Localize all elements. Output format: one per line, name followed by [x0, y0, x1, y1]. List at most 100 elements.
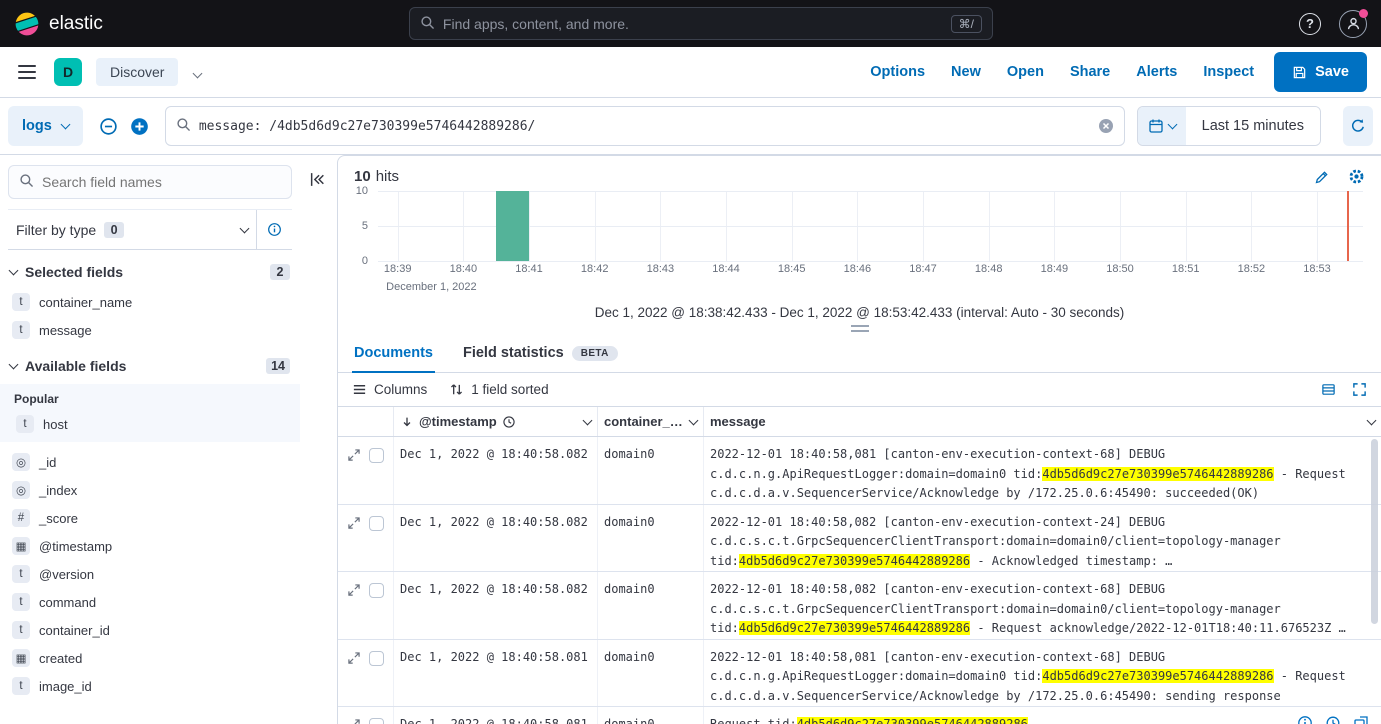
available-fields-list: ◎_id◎_index#_score▦@timestampt@versiontc…: [8, 442, 292, 700]
tab-field-statistics[interactable]: Field statistics BETA: [461, 334, 620, 372]
expand-document-icon[interactable]: [346, 515, 362, 531]
saved-query-icon[interactable]: [99, 117, 118, 136]
field-search-input[interactable]: [42, 174, 281, 190]
help-icon[interactable]: ?: [1299, 13, 1321, 35]
field-name: container_name: [39, 295, 132, 310]
filter-by-type-button[interactable]: Filter by type 0: [8, 210, 256, 249]
breadcrumb-chevron-icon[interactable]: [192, 60, 203, 84]
highlighted-term: 4db5d6d9c27e730399e5746442889286: [797, 717, 1028, 724]
field-type-icon: ◎: [12, 453, 30, 471]
data-view-picker[interactable]: logs: [8, 106, 83, 146]
field-item-@timestamp[interactable]: ▦@timestamp: [8, 532, 292, 560]
elastic-logo-icon: [14, 11, 40, 37]
expand-document-icon[interactable]: [346, 717, 362, 724]
collapse-sidebar-icon[interactable]: [305, 167, 329, 191]
field-item-_index[interactable]: ◎_index: [8, 476, 292, 504]
table-row: Dec 1, 2022 @ 18:40:58.082domain02022-12…: [338, 505, 1381, 573]
column-actions-icon[interactable]: [1367, 415, 1377, 425]
nav-link-inspect[interactable]: Inspect: [1203, 64, 1254, 80]
selected-fields-list: tcontainer_nametmessage: [8, 288, 292, 344]
sort-icon: [449, 382, 464, 397]
breadcrumb[interactable]: Discover: [96, 58, 178, 86]
row-controls: [338, 707, 394, 724]
calendar-icon[interactable]: [1138, 107, 1186, 145]
keyboard-shortcut-badge: ⌘/: [951, 15, 982, 33]
nav-link-options[interactable]: Options: [870, 64, 925, 80]
selected-fields-header[interactable]: Selected fields 2: [8, 250, 292, 288]
nav-link-share[interactable]: Share: [1070, 64, 1110, 80]
field-type-icon: ▦: [12, 649, 30, 667]
row-checkbox[interactable]: [369, 516, 384, 531]
user-avatar[interactable]: [1339, 10, 1367, 38]
tab-documents[interactable]: Documents: [352, 334, 435, 372]
field-item-container_id[interactable]: tcontainer_id: [8, 616, 292, 644]
row-checkbox[interactable]: [369, 718, 384, 724]
available-fields-header[interactable]: Available fields 14: [8, 344, 292, 382]
field-item-_score[interactable]: #_score: [8, 504, 292, 532]
chart-options-gear-icon[interactable]: [1348, 168, 1365, 185]
info-icon[interactable]: [256, 210, 292, 249]
global-search[interactable]: ⌘/: [409, 7, 993, 40]
field-item-@version[interactable]: t@version: [8, 560, 292, 588]
message-cell: 2022-12-01 18:40:58,082 [canton-env-exec…: [704, 505, 1381, 572]
x-axis-tick-label: 18:50: [1106, 263, 1134, 275]
field-type-icon: t: [12, 565, 30, 583]
time-range-button[interactable]: Last 15 minutes: [1186, 107, 1320, 145]
display-options-icon[interactable]: [1321, 382, 1336, 397]
field-item-message[interactable]: tmessage: [8, 316, 292, 344]
field-name: container_id: [39, 623, 110, 638]
field-item-container_name[interactable]: tcontainer_name: [8, 288, 292, 316]
message-cell: 2022-12-01 18:40:58,081 [canton-env-exec…: [704, 640, 1381, 707]
app-toolbar: D Discover Options New Open Share Alerts Insp…: [0, 47, 1381, 98]
nav-link-open[interactable]: Open: [1007, 64, 1044, 80]
y-axis-tick-label: 0: [362, 255, 368, 267]
nav-link-alerts[interactable]: Alerts: [1136, 64, 1177, 80]
save-button[interactable]: Save: [1274, 52, 1367, 92]
field-name: created: [39, 651, 82, 666]
expand-document-icon[interactable]: [346, 582, 362, 598]
column-header-timestamp[interactable]: @timestamp: [394, 407, 598, 436]
columns-button[interactable]: Columns: [352, 382, 427, 397]
add-filter-icon[interactable]: [130, 117, 149, 136]
clear-query-icon[interactable]: [1098, 118, 1114, 134]
query-text-input[interactable]: [199, 119, 1090, 134]
floating-icons[interactable]: [1297, 715, 1369, 724]
edit-visualization-icon[interactable]: [1314, 169, 1330, 185]
column-header-message[interactable]: message: [704, 407, 1381, 436]
query-input[interactable]: [165, 106, 1125, 146]
sort-fields-button[interactable]: 1 field sorted: [449, 382, 548, 397]
list-icon: [352, 382, 367, 397]
field-item-command[interactable]: tcommand: [8, 588, 292, 616]
nav-link-new[interactable]: New: [951, 64, 981, 80]
vertical-scrollbar[interactable]: [1371, 439, 1378, 624]
row-checkbox[interactable]: [369, 651, 384, 666]
field-name: _id: [39, 455, 56, 470]
row-checkbox[interactable]: [369, 583, 384, 598]
field-item-image_id[interactable]: timage_id: [8, 672, 292, 700]
table-row: Dec 1, 2022 @ 18:40:58.081domain02022-12…: [338, 640, 1381, 708]
query-toolbar: logs Last 15 minutes: [0, 98, 1381, 155]
expand-document-icon[interactable]: [346, 650, 362, 666]
x-axis-date-label: December 1, 2022: [386, 281, 477, 293]
column-actions-icon[interactable]: [689, 415, 699, 425]
menu-icon[interactable]: [14, 61, 40, 83]
column-actions-icon[interactable]: [583, 415, 593, 425]
row-checkbox[interactable]: [369, 448, 384, 463]
chart-resize-handle[interactable]: [851, 325, 869, 332]
field-item-_id[interactable]: ◎ _id: [8, 448, 292, 476]
histogram-bar[interactable]: [496, 191, 529, 261]
fullscreen-icon[interactable]: [1352, 382, 1367, 397]
field-item-host[interactable]: thost: [12, 410, 288, 438]
field-search[interactable]: [8, 165, 292, 199]
field-item-created[interactable]: ▦ created: [8, 644, 292, 672]
expand-document-icon[interactable]: [346, 447, 362, 463]
results-tabs: Documents Field statistics BETA: [338, 334, 1381, 373]
global-search-input[interactable]: [443, 16, 943, 32]
refresh-icon[interactable]: [1343, 106, 1373, 146]
elastic-home-link[interactable]: elastic: [14, 11, 103, 37]
space-badge[interactable]: D: [54, 58, 82, 86]
toolbar-actions: Options New Open Share Alerts Inspect: [870, 64, 1254, 80]
chart-gridline: [378, 261, 1363, 262]
clock-icon: [502, 415, 516, 429]
column-header-container-name[interactable]: container_name: [598, 407, 704, 436]
